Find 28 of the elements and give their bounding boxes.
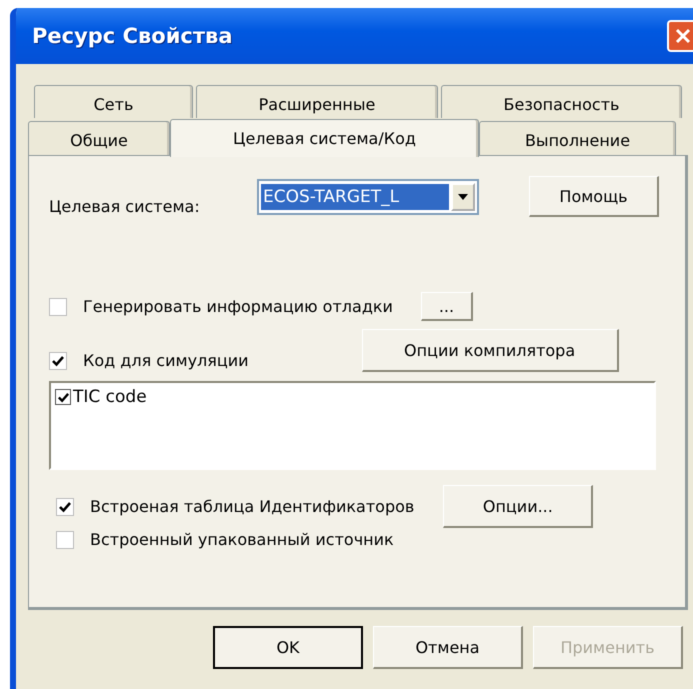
ellipsis-button[interactable]: ...: [420, 292, 473, 321]
window-title: Ресурс Свойства: [32, 24, 232, 48]
dialog-button[interactable]: OK: [213, 626, 363, 669]
checkbox[interactable]: [49, 298, 67, 316]
target-system-label: Целевая система:: [49, 197, 201, 216]
tab[interactable]: Целевая система/Код: [170, 119, 479, 157]
dropdown-value: ECOS-TARGET_L: [261, 184, 449, 210]
compiler-options-button[interactable]: Опции компилятора: [362, 329, 619, 372]
checkbox[interactable]: [49, 352, 67, 370]
checkbox[interactable]: [55, 389, 71, 405]
checkbox-label: Код для симуляции: [83, 351, 249, 370]
checkbox-label: Встроенный упакованный источник: [90, 530, 394, 549]
tab[interactable]: Выполнение: [479, 121, 676, 155]
help-button[interactable]: Помощь: [529, 176, 659, 217]
list-item[interactable]: TIC code: [73, 387, 147, 407]
checkbox-label: Встроеная таблица Идентификаторов: [90, 497, 414, 516]
tab[interactable]: Сеть: [34, 85, 193, 118]
dialog-button[interactable]: Отмена: [373, 626, 523, 669]
checkbox-label: Генерировать информацию отладки: [83, 297, 393, 316]
close-icon: [674, 27, 692, 45]
checkbox[interactable]: [56, 498, 74, 516]
tab[interactable]: Расширенные: [196, 85, 438, 118]
close-button[interactable]: [667, 20, 693, 52]
tab[interactable]: Общие: [28, 121, 170, 155]
options-button[interactable]: Опции...: [443, 485, 594, 528]
target-system-dropdown[interactable]: ECOS-TARGET_L: [257, 178, 479, 214]
checkbox[interactable]: [56, 530, 74, 548]
tab[interactable]: Безопасность: [441, 85, 682, 118]
